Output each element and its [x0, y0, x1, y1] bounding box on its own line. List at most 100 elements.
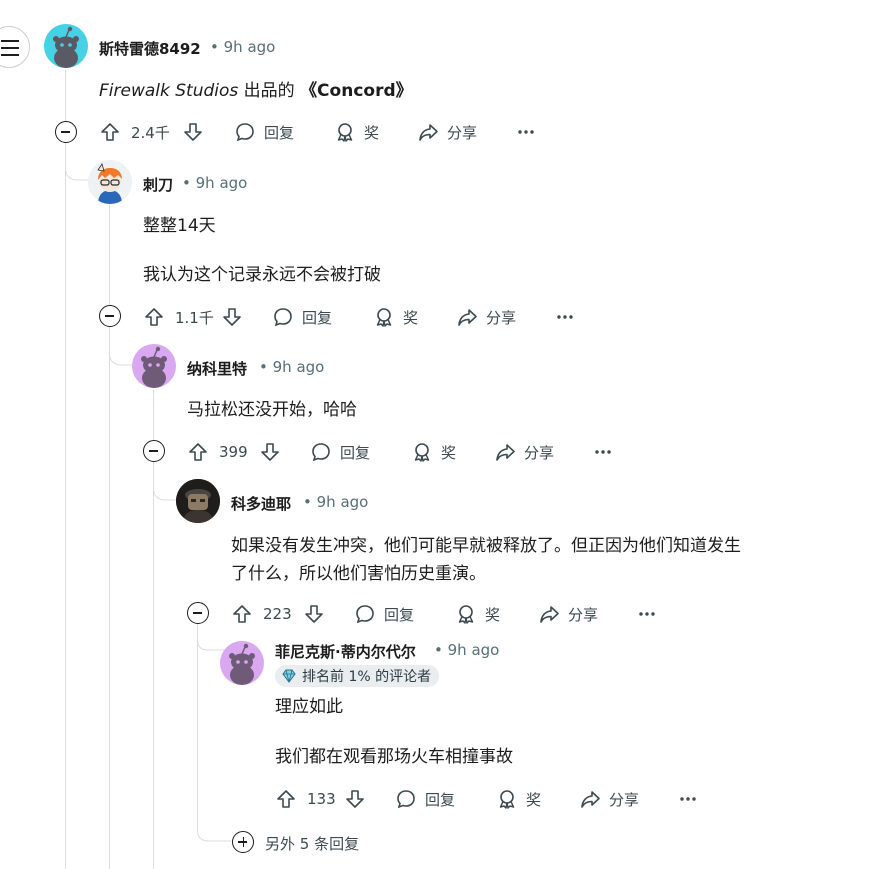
comment-icon: [312, 443, 330, 462]
comment-icon: [274, 308, 292, 327]
more-replies-link[interactable]: 另外 5 条回复: [265, 833, 359, 854]
downvote-icon: [261, 443, 279, 461]
more-options-button[interactable]: [679, 787, 697, 811]
snoo-icon: [141, 346, 167, 388]
comment-line: 我们都在观看那场火车相撞事故: [275, 747, 513, 767]
action-bar: 223 回复 奖 分享: [231, 602, 671, 626]
timestamp: • 9h ago: [259, 358, 325, 376]
share-button[interactable]: 分享: [579, 787, 639, 811]
avatar[interactable]: [176, 479, 220, 523]
award-button[interactable]: 奖: [496, 787, 541, 811]
share-label: 分享: [486, 308, 517, 327]
timestamp: • 9h ago: [434, 641, 500, 659]
share-button[interactable]: 分享: [456, 305, 516, 329]
reply-button[interactable]: 回复: [234, 120, 294, 144]
username[interactable]: 纳科里特: [187, 358, 247, 379]
username[interactable]: 菲尼克斯·蒂内尔代尔: [275, 641, 416, 662]
reply-button[interactable]: 回复: [272, 305, 332, 329]
body-text: 出品的: [238, 81, 301, 101]
upvote-button[interactable]: [275, 787, 297, 811]
upvote-button[interactable]: [231, 602, 253, 626]
downvote-button[interactable]: [344, 787, 366, 811]
reply-button[interactable]: 回复: [395, 787, 455, 811]
expand-replies-button[interactable]: [232, 831, 254, 853]
snoo-icon: [229, 643, 255, 685]
downvote-icon: [223, 308, 241, 326]
more-options-button[interactable]: [556, 305, 574, 329]
more-options-button[interactable]: [517, 120, 535, 144]
upvote-button[interactable]: [99, 120, 121, 144]
share-icon: [458, 309, 477, 326]
avatar[interactable]: [44, 24, 88, 68]
share-button[interactable]: 分享: [538, 602, 598, 626]
downvote-button[interactable]: [182, 120, 204, 144]
action-bar: 399 回复 奖 分享: [187, 440, 627, 464]
timestamp: • 9h ago: [210, 38, 276, 56]
more-icon: [595, 450, 611, 454]
reply-label: 回复: [340, 443, 371, 462]
collapse-button[interactable]: [143, 440, 165, 462]
award-button[interactable]: 奖: [455, 602, 500, 626]
upvote-icon: [277, 790, 295, 808]
upvote-icon: [189, 443, 207, 461]
timestamp-text: 9h ago: [272, 358, 325, 376]
avatar[interactable]: [132, 344, 176, 388]
comment-icon: [236, 123, 254, 142]
avatar[interactable]: [88, 160, 132, 204]
award-icon: [414, 443, 430, 462]
gem-icon: [282, 669, 296, 683]
menu-button[interactable]: [0, 26, 30, 68]
share-button[interactable]: 分享: [417, 120, 477, 144]
comment-line: 马拉松还没开始，哈哈: [187, 400, 357, 420]
share-label: 分享: [447, 123, 478, 142]
share-label: 分享: [609, 790, 640, 809]
award-label: 奖: [526, 790, 542, 809]
comment-icon: [397, 790, 415, 809]
downvote-button[interactable]: [303, 602, 325, 626]
comment-body: Firewalk Studios 出品的 《Concord》: [99, 77, 413, 105]
upvote-button[interactable]: [143, 305, 165, 329]
share-button[interactable]: 分享: [494, 440, 554, 464]
upvote-icon: [145, 308, 163, 326]
comment-line: 如果没有发生冲突，他们可能早就被释放了。但正因为他们知道发生: [231, 536, 741, 556]
reply-button[interactable]: 回复: [310, 440, 370, 464]
more-options-button[interactable]: [638, 602, 656, 626]
badge-label: 排名前 1% 的评论者: [302, 669, 432, 685]
avatar-illustration-icon: [88, 160, 132, 204]
comment-line: 整整14天: [143, 216, 216, 236]
timestamp-text: 9h ago: [316, 493, 369, 511]
top-commenter-badge: 排名前 1% 的评论者: [275, 665, 440, 687]
username[interactable]: 刺刀: [143, 174, 173, 195]
award-button[interactable]: 奖: [373, 305, 418, 329]
collapse-button[interactable]: [187, 602, 209, 624]
more-options-button[interactable]: [594, 440, 612, 464]
timestamp: • 9h ago: [182, 174, 248, 192]
thread-connector: [197, 622, 225, 651]
avatar[interactable]: [220, 641, 264, 685]
vote-count: 399: [219, 443, 248, 461]
downvote-button[interactable]: [221, 305, 243, 329]
upvote-icon: [233, 605, 251, 623]
comment-icon: [356, 605, 374, 624]
share-icon: [496, 444, 515, 461]
collapse-button[interactable]: [99, 305, 121, 327]
reply-label: 回复: [425, 790, 456, 809]
upvote-button[interactable]: [187, 440, 209, 464]
reply-label: 回复: [302, 308, 333, 327]
award-icon: [458, 605, 474, 624]
thread-line: [197, 625, 198, 830]
collapse-button[interactable]: [55, 121, 77, 143]
award-button[interactable]: 奖: [334, 120, 379, 144]
downvote-button[interactable]: [259, 440, 281, 464]
comment-line: 我认为这个记录永远不会被打破: [143, 265, 381, 285]
share-icon: [581, 791, 600, 808]
award-label: 奖: [485, 605, 501, 624]
action-bar: 1.1千 回复 奖 分享: [143, 305, 583, 329]
username[interactable]: 斯特雷德8492: [99, 38, 201, 59]
reply-button[interactable]: 回复: [354, 602, 414, 626]
award-icon: [337, 123, 353, 142]
body-italic: Firewalk Studios: [99, 81, 239, 101]
username[interactable]: 科多迪耶: [231, 493, 291, 514]
award-button[interactable]: 奖: [411, 440, 456, 464]
snoo-icon: [53, 26, 79, 68]
